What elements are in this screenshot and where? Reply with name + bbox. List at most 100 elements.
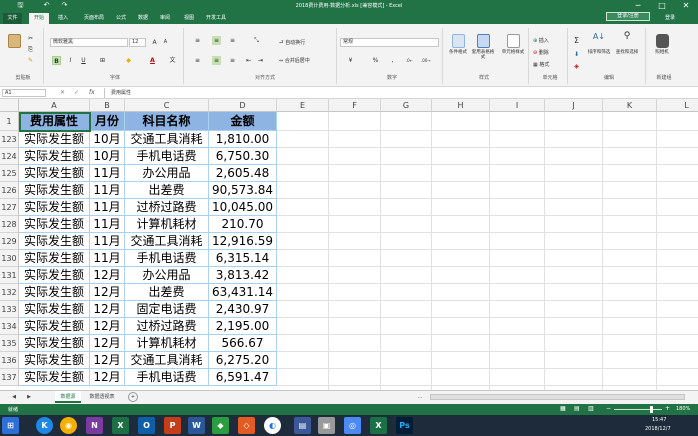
column-header[interactable]: B: [90, 99, 125, 112]
page-layout-icon[interactable]: ▤: [574, 405, 580, 412]
insert-button[interactable]: ⊕ 插入: [532, 36, 562, 45]
table-cell[interactable]: 实际发生额: [19, 301, 90, 318]
table-cell[interactable]: 12月: [90, 352, 125, 369]
currency-icon[interactable]: ¥: [346, 56, 355, 65]
align-left-icon[interactable]: ≡: [193, 56, 202, 65]
kugou-icon[interactable]: K: [36, 417, 53, 434]
table-cell[interactable]: 交通工具消耗: [125, 233, 209, 250]
wrap-text-button[interactable]: ⮐ 自动换行: [278, 38, 326, 49]
row-header[interactable]: 133: [0, 301, 19, 318]
maximize-button[interactable]: □: [650, 0, 674, 11]
column-header[interactable]: I: [490, 99, 545, 112]
table-cell[interactable]: 实际发生额: [19, 352, 90, 369]
photoshop-icon[interactable]: Ps: [396, 417, 413, 434]
excel-icon[interactable]: X: [112, 417, 129, 434]
table-cell[interactable]: 办公用品: [125, 267, 209, 284]
orientation-icon[interactable]: ⤡: [252, 36, 261, 45]
select-all-corner[interactable]: [0, 99, 19, 112]
table-cell[interactable]: 2,605.48: [209, 165, 277, 182]
column-header[interactable]: L: [657, 99, 698, 112]
column-header[interactable]: J: [545, 99, 603, 112]
table-cell[interactable]: 2,430.97: [209, 301, 277, 318]
tab-review[interactable]: 审阅: [157, 13, 173, 24]
table-cell[interactable]: 3,813.42: [209, 267, 277, 284]
table-header-cell[interactable]: 科目名称: [125, 112, 209, 131]
column-header[interactable]: D: [209, 99, 277, 112]
table-cell[interactable]: 2,195.00: [209, 318, 277, 335]
row-header[interactable]: 130: [0, 250, 19, 267]
fx-icon[interactable]: fx: [89, 89, 95, 96]
format-button[interactable]: ▦ 格式: [532, 60, 562, 69]
table-cell[interactable]: 11月: [90, 216, 125, 233]
table-cell[interactable]: 10,045.00: [209, 199, 277, 216]
borders-icon[interactable]: ⊞: [98, 56, 107, 65]
sheet-tab-pivot[interactable]: 数据透视表: [84, 391, 120, 403]
bold-button[interactable]: B: [52, 56, 61, 65]
minimize-button[interactable]: ─: [626, 0, 650, 11]
login-register-button[interactable]: 登录/注册: [606, 12, 650, 21]
increase-font-icon[interactable]: A: [150, 38, 159, 47]
column-header[interactable]: F: [329, 99, 381, 112]
table-cell[interactable]: 12月: [90, 301, 125, 318]
row-header[interactable]: 126: [0, 182, 19, 199]
row-header[interactable]: 132: [0, 284, 19, 301]
column-header[interactable]: G: [381, 99, 432, 112]
table-cell[interactable]: 12月: [90, 318, 125, 335]
add-sheet-button[interactable]: +: [128, 392, 138, 402]
sort-filter-button[interactable]: A↓ 排序和筛选: [586, 33, 612, 56]
table-cell[interactable]: 实际发生额: [19, 267, 90, 284]
table-cell[interactable]: 过桥过路费: [125, 199, 209, 216]
tab-home[interactable]: 开始: [29, 13, 49, 24]
close-button[interactable]: ✕: [674, 0, 698, 11]
sheet-tab-source[interactable]: 数据源: [55, 391, 81, 403]
row-header[interactable]: 131: [0, 267, 19, 284]
decrease-font-icon[interactable]: A: [161, 38, 170, 47]
table-cell[interactable]: 实际发生额: [19, 165, 90, 182]
tab-developer[interactable]: 开发工具: [203, 13, 229, 24]
table-cell[interactable]: 实际发生额: [19, 369, 90, 386]
percent-icon[interactable]: %: [371, 56, 380, 65]
table-cell[interactable]: 交通工具消耗: [125, 352, 209, 369]
table-cell[interactable]: 出差费: [125, 182, 209, 199]
cancel-icon[interactable]: ✕: [60, 89, 65, 96]
zoom-slider[interactable]: [614, 409, 662, 410]
table-cell[interactable]: 12月: [90, 335, 125, 352]
chrome-icon[interactable]: ◉: [60, 417, 77, 434]
table-cell[interactable]: 11月: [90, 165, 125, 182]
table-cell[interactable]: 实际发生额: [19, 199, 90, 216]
table-cell[interactable]: 63,431.14: [209, 284, 277, 301]
row-header[interactable]: 135: [0, 335, 19, 352]
table-cell[interactable]: 10月: [90, 131, 125, 148]
sheet-prev-icon[interactable]: ◀: [10, 391, 18, 403]
row-header[interactable]: 128: [0, 216, 19, 233]
table-cell[interactable]: 实际发生额: [19, 284, 90, 301]
zoom-level[interactable]: 180%: [676, 406, 690, 412]
table-cell[interactable]: 12,916.59: [209, 233, 277, 250]
table-cell[interactable]: 办公用品: [125, 165, 209, 182]
orange-app-icon[interactable]: ◇: [238, 417, 255, 434]
table-cell[interactable]: 手机电话费: [125, 250, 209, 267]
enter-icon[interactable]: ✓: [74, 89, 79, 96]
row-header[interactable]: 129: [0, 233, 19, 250]
formula-input[interactable]: 费用属性: [104, 88, 694, 98]
font-size-dropdown[interactable]: 12: [129, 38, 146, 47]
app-icon[interactable]: ▤: [294, 417, 311, 434]
delete-button[interactable]: ⊖ 删除: [532, 48, 562, 57]
align-right-icon[interactable]: ≡: [228, 56, 237, 65]
conditional-format-button[interactable]: 条件格式: [446, 34, 470, 55]
table-cell[interactable]: 6,591.47: [209, 369, 277, 386]
app-icon-3[interactable]: ◎: [344, 417, 361, 434]
table-cell[interactable]: 10月: [90, 148, 125, 165]
column-header[interactable]: A: [19, 99, 90, 112]
tab-data[interactable]: 数据: [135, 13, 151, 24]
tab-insert[interactable]: 插入: [54, 13, 72, 24]
increase-decimal-icon[interactable]: .0←: [405, 56, 414, 65]
align-middle-icon[interactable]: ≡: [212, 36, 221, 45]
column-header[interactable]: H: [432, 99, 490, 112]
comma-icon[interactable]: ,: [388, 56, 397, 65]
merge-center-button[interactable]: ⇔ 合并后居中: [278, 56, 334, 65]
zoom-out-icon[interactable]: −: [606, 405, 611, 412]
table-cell[interactable]: 90,573.84: [209, 182, 277, 199]
row-header[interactable]: 136: [0, 352, 19, 369]
row-header[interactable]: 137: [0, 369, 19, 386]
